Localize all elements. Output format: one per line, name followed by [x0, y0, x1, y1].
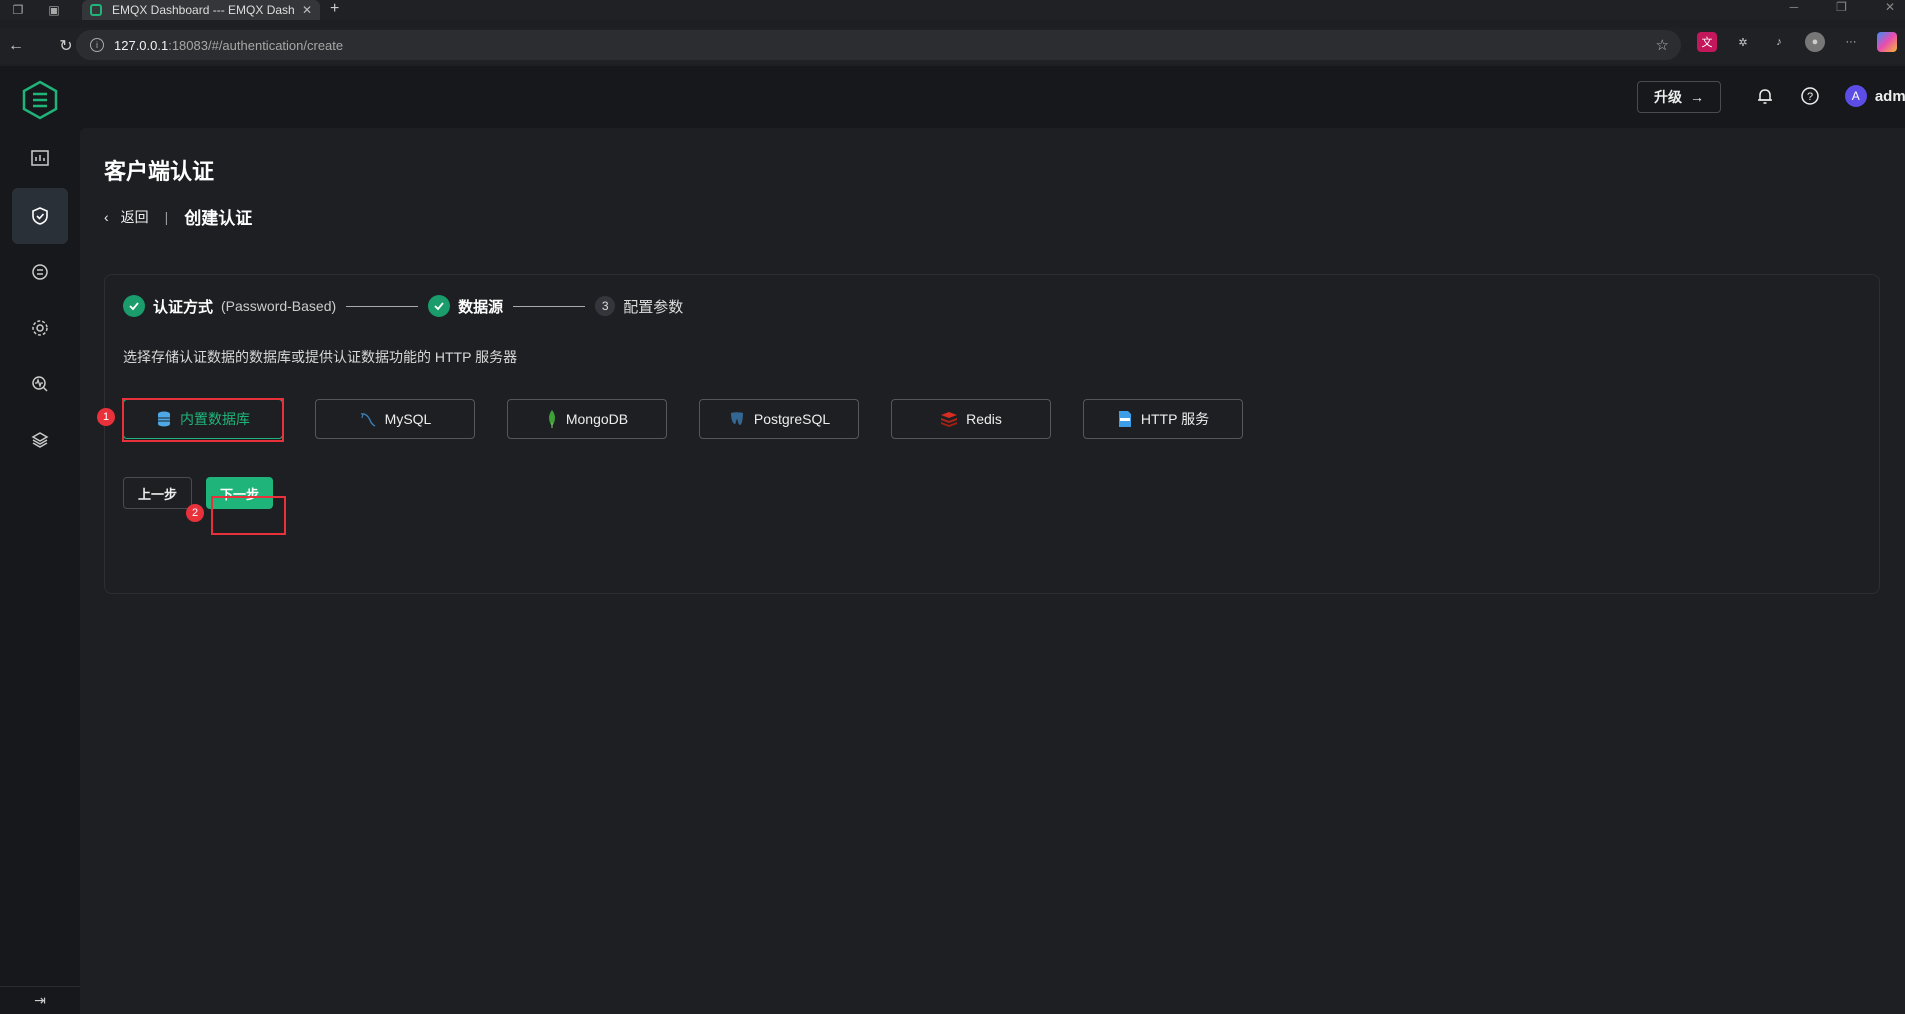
steps: 认证方式 (Password-Based) 数据源 3 配置参数	[123, 295, 683, 317]
shield-check-icon	[32, 207, 48, 225]
favorite-star-icon[interactable]: ☆	[1656, 36, 1669, 54]
profile-avatar-icon[interactable]: ●	[1805, 32, 1825, 52]
svg-text:?: ?	[1807, 91, 1813, 103]
layers-icon	[31, 432, 49, 448]
window-controls: ─ ❐ ✕	[1790, 0, 1895, 14]
extensions-puzzle-icon[interactable]: ✲	[1733, 32, 1753, 52]
upgrade-label: 升级	[1654, 89, 1682, 105]
mysql-icon	[360, 413, 375, 427]
check-icon	[123, 295, 145, 317]
copilot-icon[interactable]	[1877, 32, 1897, 52]
help-icon[interactable]: ?	[1798, 84, 1822, 108]
step-auth-method: 认证方式 (Password-Based)	[123, 295, 336, 317]
step-label: 认证方式	[153, 298, 214, 316]
sidebar-item-access-control[interactable]	[12, 188, 68, 244]
sidebar-item-management[interactable]	[12, 300, 68, 356]
url-host: 127.0.0.1	[114, 37, 169, 53]
step-config: 3 配置参数	[595, 296, 683, 317]
main-content: 客户端认证 ‹ 返回 | 创建认证 认证方式 (Password-Based) …	[80, 128, 1905, 1014]
site-info-icon[interactable]: i	[90, 38, 104, 52]
workspaces-icon[interactable]: ❐	[8, 0, 28, 20]
integration-icon	[32, 264, 48, 280]
topbar: 升级 → ? A admin	[80, 66, 1905, 128]
source-label: PostgreSQL	[753, 411, 831, 427]
favorites-icon[interactable]: ♪	[1769, 32, 1789, 52]
avatar: A	[1844, 85, 1867, 107]
mongodb-icon	[548, 410, 555, 428]
step-connector	[513, 305, 586, 307]
back-link[interactable]: ‹ 返回	[104, 207, 149, 227]
http-icon	[1118, 411, 1131, 427]
create-auth-card: 认证方式 (Password-Based) 数据源 3 配置参数 选择存储认证数…	[104, 274, 1880, 594]
breadcrumb-current: 创建认证	[184, 209, 253, 228]
source-label: HTTP 服务	[1140, 411, 1210, 427]
step-sublabel: (Password-Based)	[221, 298, 337, 314]
sidebar-item-system[interactable]	[12, 412, 68, 468]
step-data-source: 数据源	[428, 295, 503, 317]
browser-tabbar: ❐ ▣ EMQX Dashboard --- EMQX Dash ✕ + ─ ❐…	[0, 0, 1905, 20]
source-redis[interactable]: Redis	[891, 399, 1051, 439]
back-label: 返回	[120, 208, 149, 225]
tab-title: EMQX Dashboard --- EMQX Dash	[112, 3, 295, 17]
annotation-badge-1: 1	[97, 408, 115, 426]
back-arrow-icon[interactable]: ←	[0, 30, 32, 62]
more-menu-icon[interactable]: ···	[1841, 32, 1861, 52]
step-label: 数据源	[458, 298, 504, 316]
data-source-description: 选择存储认证数据的数据库或提供认证数据功能的 HTTP 服务器	[123, 349, 518, 365]
source-mysql[interactable]: MySQL	[315, 399, 475, 439]
extension-icons: 文 ✲ ♪ ● ···	[1697, 32, 1897, 52]
source-label: MongoDB	[565, 411, 629, 427]
username: admin	[1874, 87, 1905, 105]
data-source-options: 内置数据库 MySQL MongoDB PostgreSQL Redis HTT…	[123, 399, 1243, 439]
collapse-sidebar-icon[interactable]: ⇥	[0, 986, 80, 1014]
source-http[interactable]: HTTP 服务	[1083, 399, 1243, 439]
bell-icon[interactable]	[1753, 84, 1777, 108]
sidebar-item-dashboard[interactable]	[12, 130, 68, 186]
upgrade-button[interactable]: 升级 →	[1637, 81, 1721, 113]
source-postgresql[interactable]: PostgreSQL	[699, 399, 859, 439]
check-icon	[428, 295, 451, 317]
highlight-box-1	[122, 398, 284, 442]
restore-icon[interactable]: ❐	[1836, 0, 1847, 14]
emqx-favicon-icon	[90, 4, 102, 16]
breadcrumb-separator: |	[164, 208, 169, 225]
step-connector	[346, 305, 419, 307]
close-tab-icon[interactable]: ✕	[302, 3, 312, 17]
url-path: :18083/#/authentication/create	[168, 37, 344, 53]
arrow-right-icon: →	[1690, 89, 1704, 105]
page-title: 客户端认证	[104, 159, 215, 184]
step-number: 3	[595, 296, 616, 316]
emqx-app: ⇥ 升级 → ? A admin 客户端认证 ‹ 返回 | 创建认证	[0, 66, 1905, 1014]
tab-actions-icon[interactable]: ▣	[44, 0, 64, 20]
postgresql-icon	[730, 412, 743, 425]
monitor-chart-icon	[31, 150, 49, 166]
step-label: 配置参数	[623, 298, 684, 316]
sidebar-item-diagnose[interactable]	[12, 356, 68, 412]
annotation-badge-2: 2	[186, 504, 204, 522]
user-menu[interactable]: A admin	[1844, 85, 1905, 107]
redis-icon	[941, 412, 958, 427]
browser-tab[interactable]: EMQX Dashboard --- EMQX Dash ✕	[82, 0, 320, 20]
browser-toolbar: ← ↻ i 127.0.0.1:18083/#/authentication/c…	[0, 28, 1905, 64]
previous-step-button[interactable]: 上一步	[123, 477, 193, 509]
breadcrumb: ‹ 返回 | 创建认证	[104, 204, 252, 229]
sidebar-item-integration[interactable]	[12, 244, 68, 300]
address-bar[interactable]: i 127.0.0.1:18083/#/authentication/creat…	[76, 30, 1681, 60]
minimize-icon[interactable]: ─	[1790, 0, 1799, 14]
source-mongodb[interactable]: MongoDB	[507, 399, 667, 439]
settings-gear-icon	[32, 320, 48, 336]
chevron-left-icon: ‹	[104, 208, 109, 225]
sidebar: ⇥	[0, 66, 80, 1014]
diagnose-icon	[32, 376, 48, 392]
highlight-box-2	[211, 496, 286, 535]
translate-extension-icon[interactable]: 文	[1697, 32, 1717, 52]
source-label: Redis	[966, 411, 1002, 427]
source-label: MySQL	[384, 411, 432, 427]
emqx-logo-icon[interactable]	[20, 80, 60, 120]
close-window-icon[interactable]: ✕	[1885, 0, 1895, 14]
new-tab-icon[interactable]: +	[330, 0, 339, 18]
